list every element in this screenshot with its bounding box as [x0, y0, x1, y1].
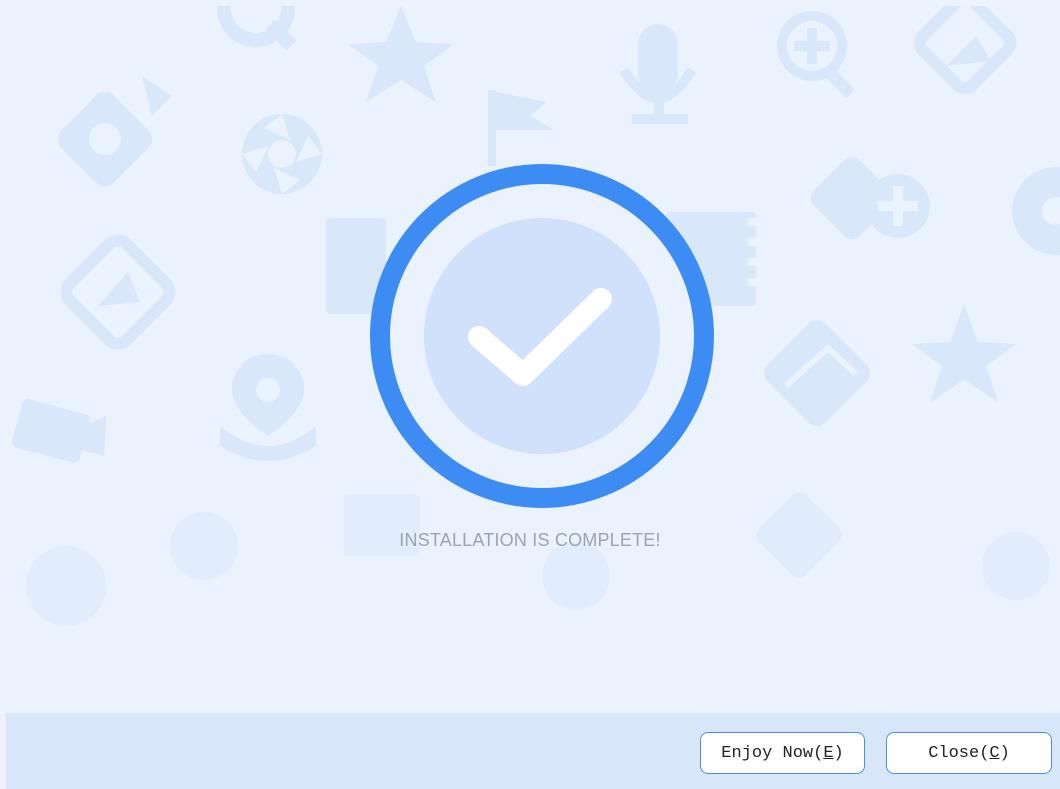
installation-status-text: INSTALLATION IS COMPLETE!	[399, 530, 661, 550]
close-label: Close	[928, 743, 980, 763]
mnemonic-open: (	[813, 743, 824, 763]
image-icon-left	[60, 234, 176, 350]
mnemonic-close: )	[833, 743, 844, 763]
star-icon	[348, 6, 454, 102]
flag-icon	[488, 90, 554, 166]
image-icon	[913, 6, 1017, 95]
globe-icon-faint	[542, 542, 610, 610]
zoom-icon	[217, 6, 297, 51]
mnemonic-close: )	[999, 743, 1010, 763]
mnemonic-open: (	[979, 743, 990, 763]
close-button[interactable]: Close(C)	[886, 732, 1052, 774]
aperture-icon	[242, 114, 322, 194]
footer-bar: Enjoy Now(E) Close(C)	[6, 713, 1060, 789]
camera-icon	[57, 76, 172, 187]
aperture-icon-right	[1012, 167, 1060, 255]
success-inner-disc	[424, 218, 660, 454]
success-indicator	[370, 164, 714, 508]
zoom-in-diamond-icon	[810, 156, 930, 240]
star-icon-right	[912, 304, 1016, 402]
installer-window: INSTALLATION IS COMPLETE! Enjoy Now(E) C…	[0, 0, 1060, 789]
location-pin-icon	[220, 354, 316, 461]
mail-icon	[763, 319, 871, 427]
zoom-in-icon	[777, 11, 855, 98]
circle-icon-faint	[26, 546, 106, 626]
main-panel	[6, 6, 1060, 713]
enjoy-now-mnemonic: E	[823, 743, 834, 763]
enjoy-now-button[interactable]: Enjoy Now(E)	[700, 732, 865, 774]
close-mnemonic: C	[989, 743, 1000, 763]
microphone-icon	[619, 24, 697, 124]
video-camera-icon	[12, 399, 106, 463]
enjoy-now-label: Enjoy Now	[721, 743, 814, 763]
